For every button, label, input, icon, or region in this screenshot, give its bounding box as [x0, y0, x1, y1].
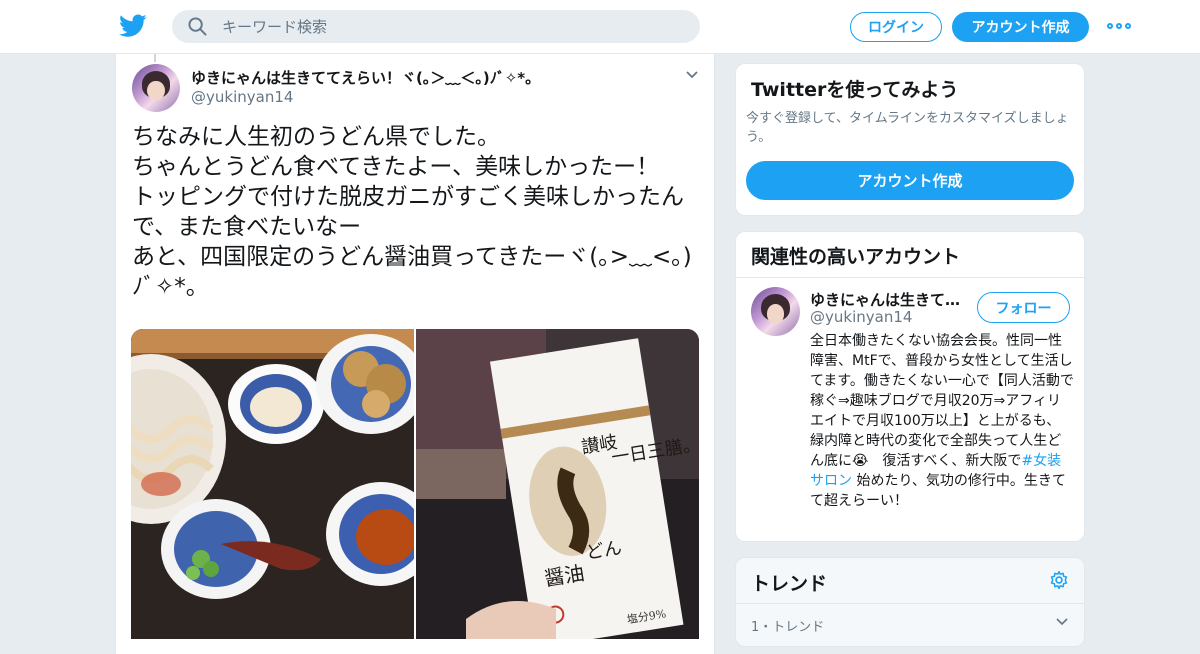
gear-icon[interactable]	[1049, 570, 1069, 590]
avatar[interactable]	[132, 64, 180, 112]
related-avatar[interactable]	[751, 287, 800, 336]
tweet-display-name[interactable]: ゆきにゃんは生きててえらい！ヾ(｡＞﹏＜｡)ﾉﾞ✧*。	[191, 67, 540, 88]
udon-meal-illustration	[131, 329, 414, 639]
related-title: 関連性の高いアカウント	[751, 246, 961, 268]
trend-meta: 1・トレンド	[751, 620, 825, 635]
signup-promo-card: Twitterを使ってみよう 今すぐ登録して、タイムラインをカスタマイズしましょ…	[735, 63, 1085, 216]
related-accounts-card: 関連性の高いアカウント ゆきにゃんは生きてててえらい @yukinyan14 フ…	[735, 231, 1085, 542]
trends-card: トレンド 1・トレンド	[735, 557, 1085, 647]
search-bar	[172, 10, 700, 43]
signup-button[interactable]: アカウント作成	[952, 12, 1089, 42]
login-button[interactable]: ログイン	[850, 12, 942, 42]
more-options-icon[interactable]	[1107, 17, 1131, 35]
soy-sauce-package-illustration: 讃岐 一日三膳。 どん 醤油 塩分9%	[416, 329, 699, 639]
search-icon	[188, 17, 207, 36]
tweet-photo-soy-sauce[interactable]: 讃岐 一日三膳。 どん 醤油 塩分9%	[416, 329, 699, 639]
related-bio: 全日本働きたくない協会会長。性同一性障害、MtFで、普段から女性として生活してま…	[810, 331, 1074, 511]
bio-text: 全日本働きたくない協会会長。性同一性障害、MtFで、普段から女性として生活してま…	[810, 333, 1074, 469]
chevron-down-icon[interactable]	[1056, 618, 1068, 626]
promo-description: 今すぐ登録して、タイムラインをカスタマイズしましょう。	[746, 111, 1069, 145]
follow-button[interactable]: フォロー	[977, 292, 1070, 323]
promo-signup-button[interactable]: アカウント作成	[746, 161, 1074, 200]
top-navigation-bar: ログイン アカウント作成	[0, 0, 1200, 54]
tweet-handle[interactable]: @yukinyan14	[191, 88, 293, 106]
search-input[interactable]	[222, 10, 682, 43]
tweet-photo-udon-meal[interactable]	[131, 329, 414, 639]
divider	[736, 277, 1084, 278]
twitter-logo-icon[interactable]	[119, 14, 147, 38]
related-display-name[interactable]: ゆきにゃんは生きてててえらい	[810, 289, 965, 310]
chevron-down-icon[interactable]	[685, 70, 699, 80]
promo-title: Twitterを使ってみよう	[751, 79, 959, 101]
tweet-text: ちなみに人生初のうどん県でした。 ちゃんとうどん食べてきたよー、美味しかったー！…	[132, 124, 692, 300]
related-handle[interactable]: @yukinyan14	[810, 308, 912, 326]
thread-connector	[154, 54, 156, 62]
divider	[736, 603, 1084, 604]
trends-title: トレンド	[751, 573, 828, 595]
